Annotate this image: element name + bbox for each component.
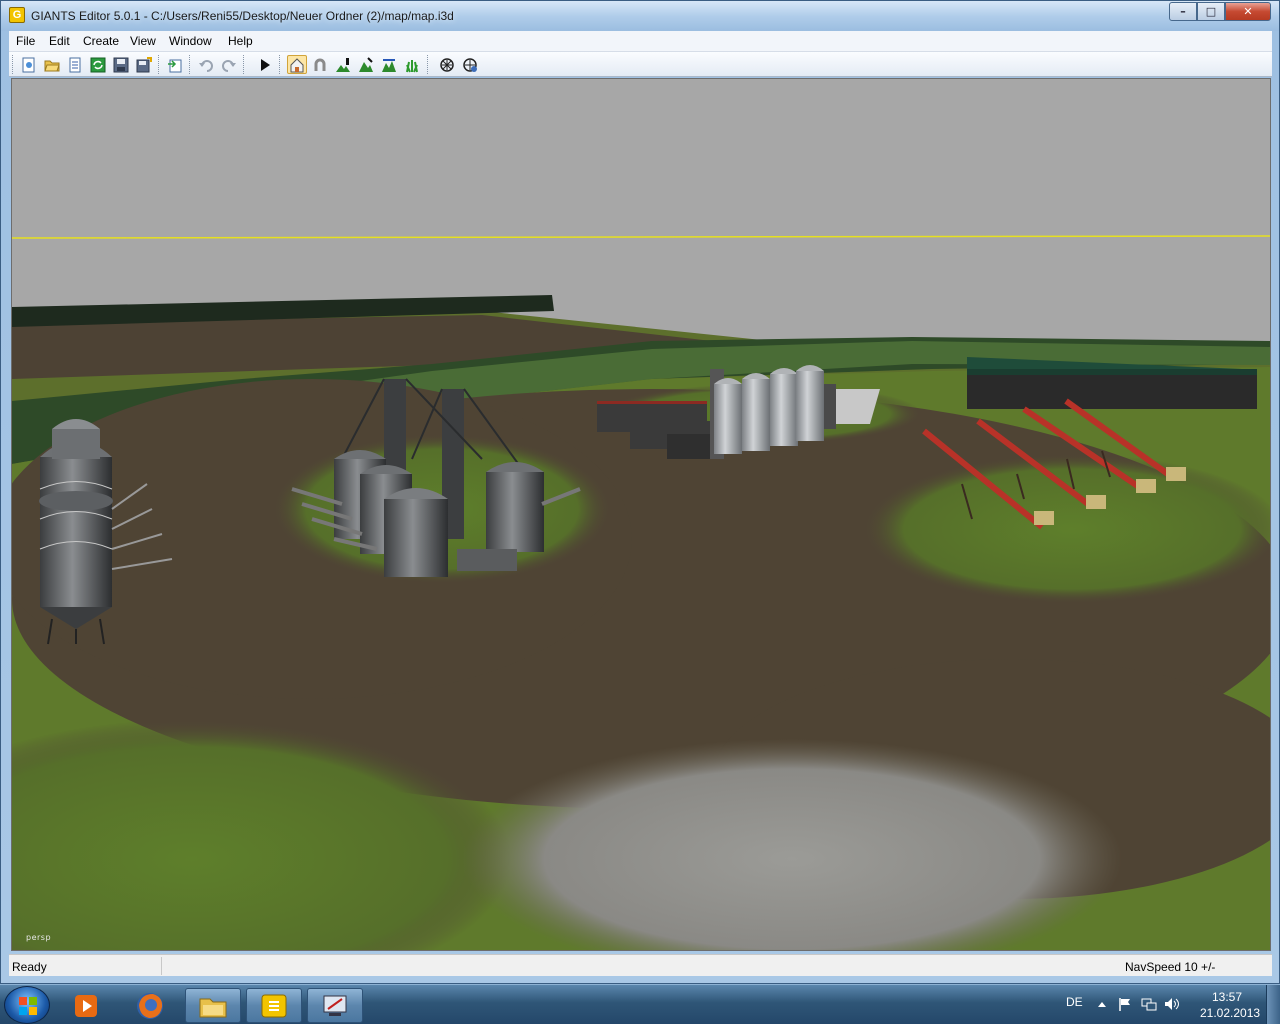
- snap-button[interactable]: [310, 55, 330, 74]
- menu-edit[interactable]: Edit: [49, 34, 70, 48]
- save-all-icon: [136, 56, 152, 72]
- toolbar-grip[interactable]: [12, 55, 14, 74]
- grid-icon: [440, 57, 454, 72]
- redo-icon: [222, 59, 236, 72]
- taskbar-remote-tool[interactable]: [307, 988, 363, 1023]
- explorer-icon: [199, 998, 227, 1017]
- terrain-sculpt-icon: [359, 56, 373, 72]
- clock-date[interactable]: 21.02.2013: [1200, 1006, 1260, 1020]
- remote-tool-icon: [323, 995, 347, 1016]
- media-player-icon: [75, 994, 97, 1017]
- language-indicator[interactable]: DE: [1066, 995, 1083, 1009]
- terrain-smooth-icon: [382, 58, 396, 72]
- play-icon: [261, 58, 270, 71]
- document-list-icon: [69, 57, 81, 72]
- redo-button[interactable]: [219, 55, 239, 74]
- firefox-icon: [137, 992, 163, 1019]
- camera-label: persp: [26, 933, 52, 942]
- grass-pad-augers: [862, 454, 1270, 604]
- import-icon: [168, 59, 182, 72]
- tray-volume[interactable]: [1164, 996, 1180, 1012]
- grid-settings-icon: [463, 57, 477, 72]
- network-icon: [1141, 998, 1157, 1011]
- taskbar-firefox[interactable]: [122, 988, 178, 1023]
- title-bar[interactable]: G GIANTS Editor 5.0.1 - C:/Users/Reni55/…: [1, 1, 1279, 31]
- status-text: Ready: [12, 960, 47, 974]
- taskbar-media-player[interactable]: [58, 988, 114, 1023]
- tray-show-hidden[interactable]: [1094, 996, 1110, 1012]
- 3d-viewport[interactable]: persp: [11, 78, 1271, 951]
- giants-app-icon: G: [9, 7, 25, 23]
- close-button[interactable]: ✕: [1225, 2, 1271, 21]
- speaker-icon: [1165, 998, 1179, 1010]
- menu-window[interactable]: Window: [169, 34, 212, 48]
- tray-network[interactable]: [1141, 996, 1157, 1012]
- home-icon: [290, 57, 304, 72]
- menu-file[interactable]: File: [16, 34, 35, 48]
- terrain-paint-button[interactable]: [333, 55, 353, 74]
- menu-help[interactable]: Help: [228, 34, 253, 48]
- grid-settings-button[interactable]: [460, 55, 480, 74]
- grid-button[interactable]: [437, 55, 457, 74]
- start-button[interactable]: [4, 986, 50, 1024]
- menu-create[interactable]: Create: [83, 34, 119, 48]
- minimize-button[interactable]: –: [1169, 2, 1197, 21]
- taskbar-explorer[interactable]: [185, 988, 241, 1023]
- refresh-button[interactable]: [88, 55, 108, 74]
- windows-logo-icon: [19, 997, 37, 1015]
- maximize-button[interactable]: □: [1197, 2, 1225, 21]
- toolbar: [9, 52, 1272, 77]
- terrain-sculpt-button[interactable]: [356, 55, 376, 74]
- terrain-paint-icon: [336, 57, 350, 72]
- toolbar-separator: [427, 55, 429, 74]
- terrain-smooth-button[interactable]: [379, 55, 399, 74]
- status-bar: Ready NavSpeed 10 +/-: [9, 954, 1272, 976]
- save-all-button[interactable]: [134, 55, 154, 74]
- document-list-button[interactable]: [65, 55, 85, 74]
- undo-button[interactable]: [196, 55, 216, 74]
- taskbar-giants-editor[interactable]: [246, 988, 302, 1023]
- save-icon: [113, 57, 129, 72]
- clock-time[interactable]: 13:57: [1212, 990, 1242, 1004]
- editor-window: G GIANTS Editor 5.0.1 - C:/Users/Reni55/…: [0, 0, 1280, 984]
- status-divider: [161, 957, 162, 975]
- toolbar-separator: [158, 55, 160, 74]
- toolbar-separator: [243, 55, 245, 74]
- select-mode-button[interactable]: [287, 55, 307, 74]
- navspeed-indicator: NavSpeed 10 +/-: [1125, 960, 1216, 974]
- play-button[interactable]: [255, 55, 275, 74]
- magnet-icon: [314, 58, 326, 71]
- save-button[interactable]: [111, 55, 131, 74]
- new-scene-button[interactable]: [19, 55, 39, 74]
- new-scene-icon: [22, 57, 35, 72]
- tray-action-center[interactable]: [1117, 996, 1133, 1012]
- taskbar: DE 13:57 21.02.2013: [0, 984, 1280, 1024]
- undo-icon: [199, 59, 213, 72]
- foliage-paint-icon: [406, 59, 418, 72]
- giants-editor-icon: [261, 994, 287, 1017]
- window-title: GIANTS Editor 5.0.1 - C:/Users/Reni55/De…: [31, 9, 454, 23]
- menu-view[interactable]: View: [130, 34, 156, 48]
- flag-icon: [1119, 998, 1130, 1011]
- chevron-up-icon: [1098, 1002, 1106, 1007]
- open-folder-icon: [44, 60, 60, 71]
- toolbar-separator: [279, 55, 281, 74]
- refresh-icon: [90, 57, 106, 72]
- toolbar-separator: [189, 55, 191, 74]
- import-button[interactable]: [165, 55, 185, 74]
- show-desktop-button[interactable]: [1266, 985, 1280, 1024]
- menu-bar: File Edit Create View Window Help: [9, 31, 1272, 52]
- open-button[interactable]: [42, 55, 62, 74]
- scene-render: [12, 79, 1270, 950]
- foliage-paint-button[interactable]: [402, 55, 422, 74]
